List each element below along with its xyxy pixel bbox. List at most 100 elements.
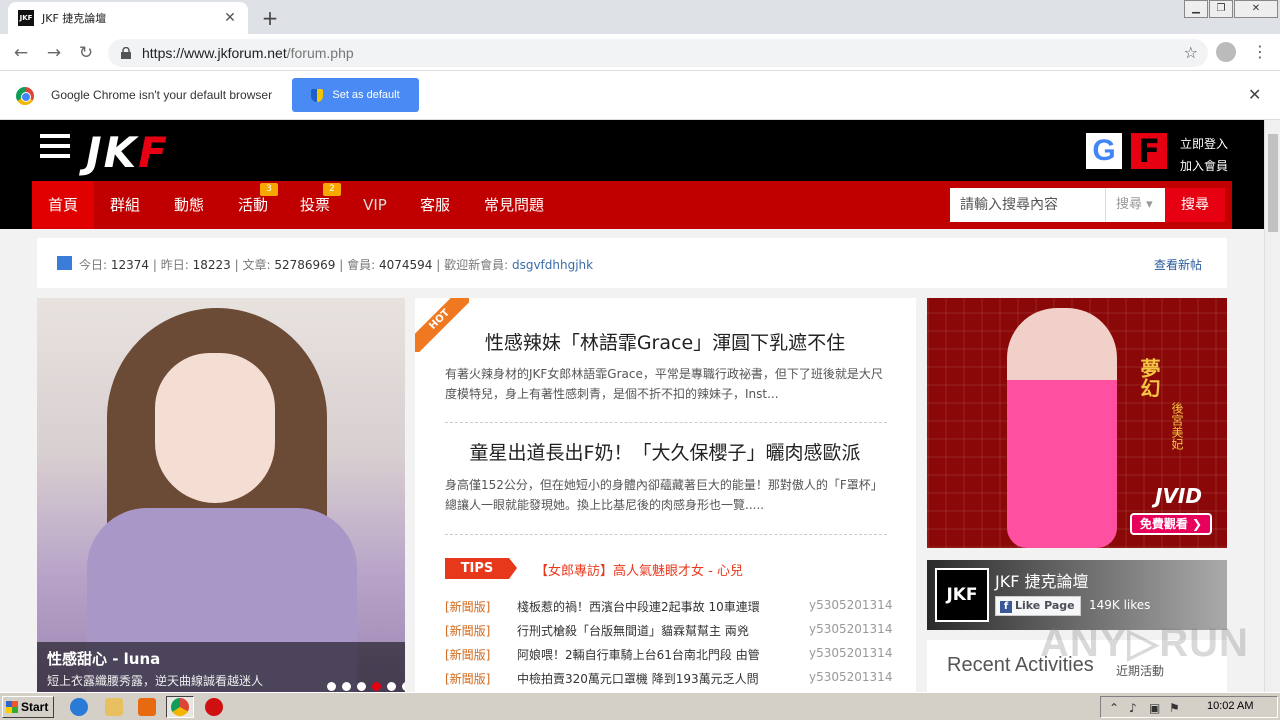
page-scrollbar[interactable] [1264,120,1280,692]
tab-strip: JKF JKF 捷克論壇 ✕ + ▁ ❐ ✕ [0,0,1280,34]
nav-home[interactable]: 首頁 [32,181,94,229]
nav-faq[interactable]: 常見問題 [472,181,556,229]
news-tag[interactable]: [新聞版] [445,670,490,687]
view-new-posts-link[interactable]: 查看新帖 [1154,256,1202,273]
news-item[interactable]: [新聞版] 阿娘喂！2輛自行車騎上台61台南北門段 由管 y5305201314 [445,646,892,670]
restore-button[interactable]: ❐ [1209,0,1233,18]
new-tab-button[interactable]: + [258,6,282,30]
nav-label: 群組 [109,196,140,214]
nav-support[interactable]: 客服 [404,181,466,229]
action-center-icon[interactable]: ⚑ [1169,701,1180,715]
close-window-button[interactable]: ✕ [1234,0,1278,18]
minimize-button[interactable]: ▁ [1184,0,1208,18]
news-tag[interactable]: [新聞版] [445,598,490,615]
news-title[interactable]: 棧板惹的禍！西濱台中段連2起事故 10車連環 [517,598,760,615]
slider-dot-active[interactable] [372,682,381,691]
slider-dot[interactable] [357,682,366,691]
security-alert-icon[interactable] [205,698,223,716]
url-text: https://www.jkforum.net/forum.php [142,45,354,61]
browser-tab[interactable]: JKF JKF 捷克論壇 ✕ [8,2,248,34]
ad-model-image [1007,308,1117,548]
login-link[interactable]: 立即登入 [1180,133,1228,155]
news-item[interactable]: [新聞版] 棧板惹的禍！西濱台中段連2起事故 10車連環 y5305201314 [445,598,892,622]
facebook-login-button[interactable]: F [1131,133,1167,169]
jvid-logo: JVID [1155,484,1202,508]
explorer-folder-icon[interactable] [105,698,123,716]
news-tag[interactable]: [新聞版] [445,622,490,639]
hamburger-menu-icon[interactable] [40,134,70,158]
set-default-button[interactable]: Set as default [292,78,419,112]
bookmark-star-icon[interactable]: ☆ [1184,43,1198,62]
news-author[interactable]: y5305201314 [809,598,892,612]
scrollbar-thumb[interactable] [1268,134,1278,232]
search-button[interactable]: 搜尋 [1165,188,1225,222]
ad-watch-button[interactable]: 免費觀看 ❯ [1130,513,1212,535]
news-author[interactable]: y5305201314 [809,670,892,684]
events-badge: 3 [260,183,278,196]
media-player-icon[interactable] [138,698,156,716]
address-bar[interactable]: https://www.jkforum.net/forum.php ☆ [108,39,1208,67]
nav-label: 客服 [419,196,450,214]
divider [445,534,887,535]
nav-votes[interactable]: 投票 2 [284,181,346,229]
like-label: Like Page [1015,599,1075,612]
nav-label: 動態 [173,196,204,214]
bar-chart-icon [57,256,72,270]
clock[interactable]: 10:02 AM [1207,700,1253,712]
news-title[interactable]: 行刑式槍殺「台版無間道」貓霖幫幫主 兩兇 [517,622,749,639]
article-title[interactable]: 童星出道長出F奶！「大久保櫻子」曬肉感歐派 [445,438,885,465]
nav-label: VIP [363,196,387,214]
slider-dot[interactable] [327,682,336,691]
tab-close-icon[interactable]: ✕ [222,10,238,26]
slider-dot[interactable] [387,682,396,691]
nav-label: 投票 [299,196,330,214]
jvid-ad-banner[interactable]: 夢幻 後宮美妃 JVID 免費觀看 ❯ [927,298,1227,548]
jkf-logo[interactable]: JKF [86,128,169,177]
hero-slider[interactable]: 性感甜心 - luna 短上衣露纖腰秀露，逆天曲線誠看越迷人 [37,298,405,692]
nav-events[interactable]: 活動 3 [222,181,284,229]
start-button[interactable]: Start [2,696,54,718]
hero-title[interactable]: 性感甜心 - luna [47,648,160,669]
facebook-icon: f [1000,601,1012,613]
slider-dot[interactable] [402,682,405,691]
slider-dot[interactable] [342,682,351,691]
tips-label: TIPS [445,558,517,579]
divider [445,422,887,423]
news-title[interactable]: 阿娘喂！2輛自行車騎上台61台南北門段 由管 [517,646,760,663]
nav-label: 常見問題 [483,196,544,214]
tips-link[interactable]: 【女郎專訪】高人氣魅眼才女 - 心兒 [535,560,743,579]
tray-expand-icon[interactable]: ⌃ [1109,701,1119,715]
news-item[interactable]: [新聞版] 中檢拍賣320萬元口罩機 降到193萬元乏人問 y530520131… [445,670,892,692]
search-type-select[interactable]: 搜尋 ▾ [1105,188,1165,222]
infobar-close-icon[interactable]: ✕ [1248,85,1261,104]
fb-page-name[interactable]: JKF 捷克論壇 [995,568,1089,592]
news-tag[interactable]: [新聞版] [445,646,490,663]
google-login-button[interactable]: G [1086,133,1122,169]
news-author[interactable]: y5305201314 [809,622,892,636]
search-input[interactable]: 請輸入搜尋內容 [950,188,1105,222]
new-member-link[interactable]: dsgvfdhhgjhk [512,258,593,272]
profile-avatar-icon[interactable] [1216,42,1236,62]
nav-feed[interactable]: 動態 [158,181,220,229]
news-item[interactable]: [新聞版] 行刑式槍殺「台版無間道」貓霖幫幫主 兩兇 y5305201314 [445,622,892,646]
main-nav: 首頁 群組 動態 活動 3 投票 2 VIP 客服 常見問題 請輸入搜尋內容 搜尋 … [32,181,1232,229]
toolbar: ← → ↻ https://www.jkforum.net/forum.php … [0,34,1280,71]
network-icon[interactable]: ▣ [1149,701,1160,715]
ad-subtitle: 後宮美妃 [1170,402,1184,450]
register-link[interactable]: 加入會員 [1180,155,1228,177]
fb-like-button[interactable]: f Like Page [995,596,1081,616]
back-button[interactable]: ← [10,42,32,64]
hero-image-face [155,353,275,503]
web-page: JKF G F 立即登入 加入會員 首頁 群組 動態 活動 3 投票 2 VIP 客… [0,120,1264,692]
nav-groups[interactable]: 群組 [94,181,156,229]
article-title[interactable]: 性感辣妹「林語霏Grace」渾圓下乳遮不住 [445,328,885,355]
nav-vip[interactable]: VIP [344,181,406,229]
news-title[interactable]: 中檢拍賣320萬元口罩機 降到193萬元乏人問 [517,670,759,687]
news-author[interactable]: y5305201314 [809,646,892,660]
chrome-menu-icon[interactable]: ⋮ [1252,42,1268,61]
slider-dots [327,682,405,691]
reload-button[interactable]: ↻ [75,42,97,64]
ie-icon[interactable] [70,698,88,716]
volume-icon[interactable]: ♪ [1129,701,1137,715]
forward-button[interactable]: → [43,42,65,64]
